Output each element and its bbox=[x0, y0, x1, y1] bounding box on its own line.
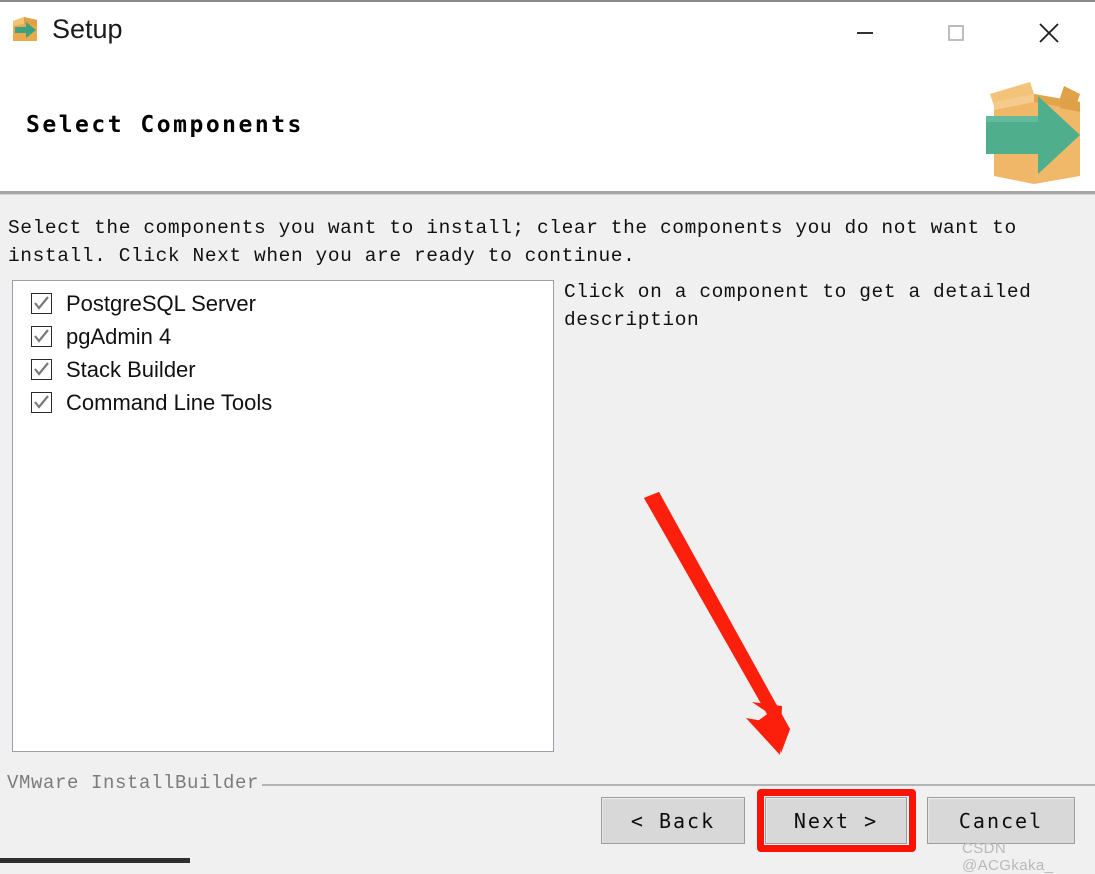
back-button[interactable]: < Back bbox=[601, 797, 745, 844]
list-item[interactable]: Stack Builder bbox=[21, 353, 553, 386]
window-bottom-edge bbox=[0, 858, 190, 863]
watermark-label: CSDN @ACGkaka_ bbox=[962, 840, 1054, 874]
maximize-icon bbox=[948, 25, 964, 41]
cancel-button[interactable]: Cancel bbox=[927, 797, 1075, 844]
component-checkbox[interactable] bbox=[31, 326, 52, 347]
component-label: pgAdmin 4 bbox=[66, 323, 172, 349]
minimize-icon bbox=[857, 32, 873, 34]
red-arrow-annotation-icon bbox=[618, 480, 828, 770]
checkmark-icon bbox=[34, 395, 49, 409]
installer-box-arrow-logo bbox=[976, 72, 1094, 190]
component-checkbox[interactable] bbox=[31, 359, 52, 380]
list-item[interactable]: PostgreSQL Server bbox=[21, 287, 553, 320]
component-label: PostgreSQL Server bbox=[66, 290, 256, 316]
instructions-text: Select the components you want to instal… bbox=[8, 217, 1017, 267]
checkmark-icon bbox=[34, 329, 49, 343]
minimize-button[interactable] bbox=[835, 4, 895, 62]
title-bar-left-group: Setup bbox=[10, 14, 123, 44]
close-button[interactable] bbox=[1019, 4, 1079, 62]
title-bar: Setup bbox=[0, 0, 1095, 62]
installer-box-arrow-icon bbox=[10, 14, 40, 44]
page-title: Select Components bbox=[26, 112, 304, 138]
page-header: Select Components bbox=[0, 62, 1095, 193]
list-item[interactable]: pgAdmin 4 bbox=[21, 320, 553, 353]
component-checkbox[interactable] bbox=[31, 293, 52, 314]
component-label: Stack Builder bbox=[66, 356, 196, 382]
component-label: Command Line Tools bbox=[66, 389, 273, 415]
installbuilder-brand-label: VMware InstallBuilder bbox=[7, 772, 260, 794]
checkmark-icon bbox=[34, 362, 49, 376]
checkmark-icon bbox=[34, 296, 49, 310]
component-description-text: Click on a component to get a detailed d… bbox=[564, 281, 1032, 331]
maximize-button[interactable] bbox=[926, 4, 986, 62]
window-title: Setup bbox=[52, 14, 123, 44]
component-checkbox[interactable] bbox=[31, 392, 52, 413]
next-button[interactable]: Next > bbox=[765, 797, 907, 844]
close-icon bbox=[1039, 23, 1059, 43]
list-item[interactable]: Command Line Tools bbox=[21, 386, 553, 419]
header-divider bbox=[0, 191, 1095, 195]
footer-divider bbox=[262, 784, 1095, 786]
component-list[interactable]: PostgreSQL Server pgAdmin 4 Stack Builde… bbox=[12, 280, 554, 752]
